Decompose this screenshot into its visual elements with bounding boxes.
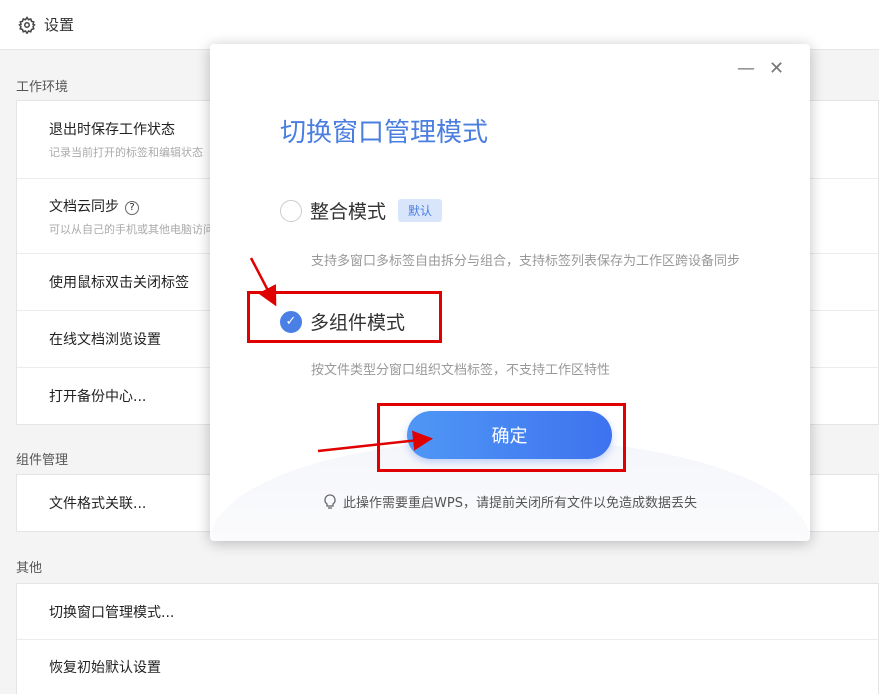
annotation-arrows: [0, 0, 879, 694]
arrow-to-option: [251, 258, 274, 302]
arrow-to-confirm: [318, 439, 428, 451]
